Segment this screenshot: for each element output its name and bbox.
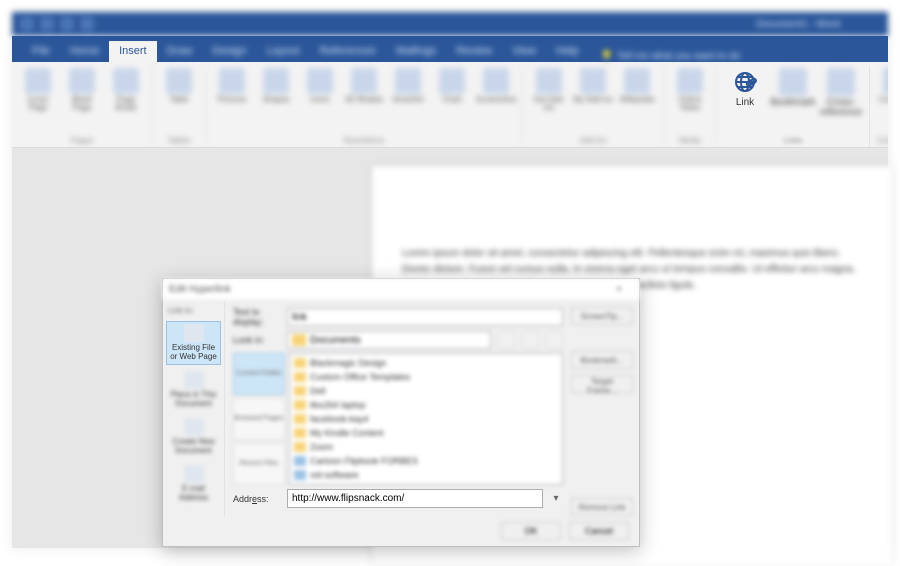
file-list[interactable]: Blackmagic Design Custom Office Template… [289, 353, 563, 485]
bookmark-button[interactable]: Bookmark [771, 68, 815, 122]
linkto-place-in-document[interactable]: Place in This Document [166, 368, 221, 412]
wikipedia-button[interactable]: Wikipedia [617, 68, 657, 122]
tab-design[interactable]: Design [202, 41, 256, 62]
bookmark-dialog-button[interactable]: Bookmark... [571, 351, 633, 369]
linkto-create-new[interactable]: Create New Document [166, 415, 221, 459]
browse-nav: Current Folder Browsed Pages Recent File… [233, 353, 285, 485]
ribbon-group-tables: Table Tables [153, 66, 206, 147]
screentip-button[interactable]: ScreenTip... [571, 307, 633, 325]
address-label: Address: [233, 494, 281, 504]
target-frame-button[interactable]: Target Frame... [571, 375, 633, 393]
tab-insert[interactable]: Insert [109, 41, 157, 62]
nav-browsed-pages[interactable]: Browsed Pages [233, 398, 285, 440]
text-to-display-input[interactable] [287, 308, 563, 326]
get-addins-button[interactable]: Get Add-ins [529, 68, 569, 122]
ribbon-group-addins: Get Add-ins My Add-ins Wikipedia Add-ins [523, 66, 664, 147]
list-item: Zoom [294, 440, 558, 454]
smartart-button[interactable]: SmartArt [388, 68, 428, 122]
screenshot-button[interactable]: Screenshot [476, 68, 516, 122]
look-in-combo[interactable]: Documents [287, 331, 491, 349]
ribbon: Cover Page Blank Page Page Break Pages T… [12, 62, 888, 148]
insert-hyperlink-dialog: Edit Hyperlink × Link to: Existing File … [162, 278, 640, 547]
pictures-button[interactable]: Pictures [212, 68, 252, 122]
online-video-button[interactable]: Online Video [670, 68, 710, 122]
link-button[interactable]: Link [723, 68, 767, 122]
link-to-label: Link to: [166, 305, 221, 318]
list-item: facebook-kay4 [294, 412, 558, 426]
tab-draw[interactable]: Draw [157, 41, 203, 62]
folder-icon [292, 334, 306, 346]
ribbon-group-illustrations: Pictures Shapes Icons 3D Models SmartArt… [206, 66, 523, 147]
linkto-email[interactable]: E-mail Address [166, 462, 221, 506]
nav-current-folder[interactable]: Current Folder [233, 353, 285, 395]
tab-help[interactable]: Help [546, 41, 589, 62]
address-dropdown-icon[interactable]: ▾ [549, 493, 563, 504]
ribbon-group-media: Online Video Media [664, 66, 717, 147]
ribbon-group-pages: Cover Page Blank Page Page Break Pages [12, 66, 153, 147]
tab-review[interactable]: Review [446, 41, 502, 62]
dialog-titlebar[interactable]: Edit Hyperlink × [163, 279, 639, 301]
list-item: Blackmagic Design [294, 356, 558, 370]
tab-file[interactable]: File [22, 41, 60, 62]
address-input[interactable] [287, 489, 543, 508]
3d-models-button[interactable]: 3D Models [344, 68, 384, 122]
list-item: Dell [294, 384, 558, 398]
remove-link-button[interactable]: Remove Link [571, 498, 633, 516]
blank-page-button[interactable]: Blank Page [62, 68, 102, 122]
quick-access-toolbar[interactable] [20, 17, 94, 31]
list-item: My Kindle Content [294, 426, 558, 440]
tell-me-search[interactable]: 💡 Tell me what you want to do [601, 51, 741, 62]
my-addins-button[interactable]: My Add-ins [573, 68, 613, 122]
page-break-button[interactable]: Page Break [106, 68, 146, 122]
text-to-display-label: Text to display: [233, 307, 281, 327]
tab-view[interactable]: View [502, 41, 546, 62]
shapes-button[interactable]: Shapes [256, 68, 296, 122]
browse-web-button[interactable] [521, 331, 539, 349]
list-item: Custom Office Templates [294, 370, 558, 384]
up-folder-button[interactable] [497, 331, 515, 349]
dialog-title: Edit Hyperlink [169, 284, 231, 295]
tab-layout[interactable]: Layout [257, 41, 310, 62]
link-to-column: Link to: Existing File or Web Page Place… [163, 301, 225, 516]
link-button-label: Link [736, 98, 754, 108]
cancel-button[interactable]: Cancel [569, 522, 629, 540]
list-item: vid-software [294, 468, 558, 482]
chart-button[interactable]: Chart [432, 68, 472, 122]
link-icon [731, 68, 759, 96]
comment-button[interactable]: Comment [876, 68, 888, 122]
ribbon-group-comments: Comment Comments [870, 66, 888, 147]
globe-page-icon [184, 324, 204, 342]
browse-file-button[interactable] [545, 331, 563, 349]
tab-references[interactable]: References [310, 41, 386, 62]
nav-recent-files[interactable]: Recent Files [233, 443, 285, 485]
close-icon[interactable]: × [605, 284, 633, 295]
ribbon-group-links: Link Bookmark Cross-reference Links [717, 66, 870, 147]
tab-home[interactable]: Home [60, 41, 109, 62]
tab-mailings[interactable]: Mailings [386, 41, 446, 62]
icons-button[interactable]: Icons [300, 68, 340, 122]
ribbon-tabbar: File Home Insert Draw Design Layout Refe… [12, 36, 888, 62]
ok-button[interactable]: OK [501, 522, 561, 540]
linkto-existing-file[interactable]: Existing File or Web Page [166, 321, 221, 365]
list-item: Cartoon Flipbook FORBES [294, 454, 558, 468]
cross-reference-button[interactable]: Cross-reference [819, 68, 863, 122]
table-button[interactable]: Table [159, 68, 199, 122]
cover-page-button[interactable]: Cover Page [18, 68, 58, 122]
list-item: libx264 laptop [294, 398, 558, 412]
title-bar: Document1 - Word [12, 12, 888, 36]
look-in-label: Look in: [233, 335, 281, 345]
document-title: Document1 - Word [756, 19, 840, 30]
